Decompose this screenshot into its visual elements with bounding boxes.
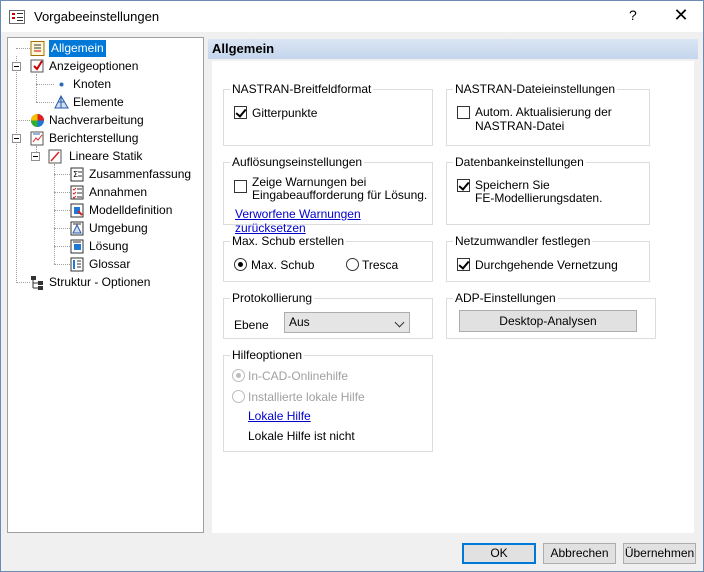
environment-icon [70,221,84,236]
group-aufloesung: Auflösungseinstellungen Zeige Warnungen … [223,155,433,235]
show-warnings-checkbox[interactable] [234,180,247,193]
auto-update-nastran-checkbox[interactable] [457,106,470,119]
linear-static-icon [48,149,62,164]
expander-lineare-statik[interactable] [31,152,40,161]
post-processing-icon [31,114,44,127]
model-definition-icon [70,203,84,218]
group-max-schub: Max. Schub erstellen Max. Schub Tresca [223,234,433,282]
group-protokollierung: Protokollierung Ebene Aus [223,291,433,339]
chevron-down-icon [394,317,405,328]
group-netzumwandler: Netzumwandler festlegen Durchgehende Ver… [446,234,650,282]
dialog-window: Vorgabeeinstellungen ? ✕ Allgemein Anzei… [0,0,704,572]
desktop-analysen-button[interactable]: Desktop-Analysen [459,310,637,332]
local-help-radio[interactable] [232,390,245,403]
window-title: Vorgabeeinstellungen [34,9,160,24]
report-icon [30,131,44,146]
node-icon [59,82,64,87]
close-button[interactable]: ✕ [669,4,693,28]
gitterpunkte-checkbox[interactable] [234,106,247,119]
help-status-text: Lokale Hilfe ist nicht [248,429,355,443]
app-icon [9,10,25,24]
settings-tree: Allgemein Anzeigeoptionen Knoten Element… [7,37,204,533]
group-hilfeoptionen: Hilfeoptionen In-CAD-Onlinehilfe Install… [223,348,433,452]
in-cad-help-radio[interactable] [232,369,245,382]
max-schub-radio[interactable] [234,258,247,271]
help-button[interactable]: ? [629,7,637,23]
expander-berichterstellung[interactable] [12,134,21,143]
expander-anzeigeoptionen[interactable] [12,62,21,71]
ebene-dropdown[interactable]: Aus [284,312,410,333]
settings-content: NASTRAN-Breitfeldformat Gitterpunkte NAS… [212,61,694,533]
lokale-hilfe-link[interactable]: Lokale Hilfe [248,409,311,423]
general-settings-icon [30,41,45,56]
title-bar: Vorgabeeinstellungen ? ✕ [1,1,703,32]
save-fe-data-checkbox[interactable] [457,179,470,192]
svg-text:Σ: Σ [73,170,78,179]
durchgehende-vernetzung-checkbox[interactable] [457,258,470,271]
summary-icon: Σ [70,167,84,182]
group-adp: ADP-Einstellungen Desktop-Analysen [446,291,656,339]
ok-button[interactable]: OK [462,543,536,564]
group-nastran-breitfeld: NASTRAN-Breitfeldformat Gitterpunkte [223,82,433,146]
reset-warnings-link[interactable]: Verworfene Warnungen zurücksetzen [235,207,432,235]
display-options-icon [30,59,44,73]
group-nastran-datei: NASTRAN-Dateieinstellungen Autom. Aktual… [446,82,650,146]
glossary-icon [70,257,84,272]
assumptions-icon [70,185,84,200]
element-mesh-icon [54,95,69,109]
apply-button[interactable]: Übernehmen [623,543,696,564]
group-datenbank: Datenbankeinstellungen Speichern Sie FE-… [446,155,650,225]
solution-icon [70,239,84,254]
tresca-radio[interactable] [346,258,359,271]
panel-header: Allgemein [208,39,698,59]
structure-tree-icon [31,276,43,290]
cancel-button[interactable]: Abbrechen [543,543,616,564]
